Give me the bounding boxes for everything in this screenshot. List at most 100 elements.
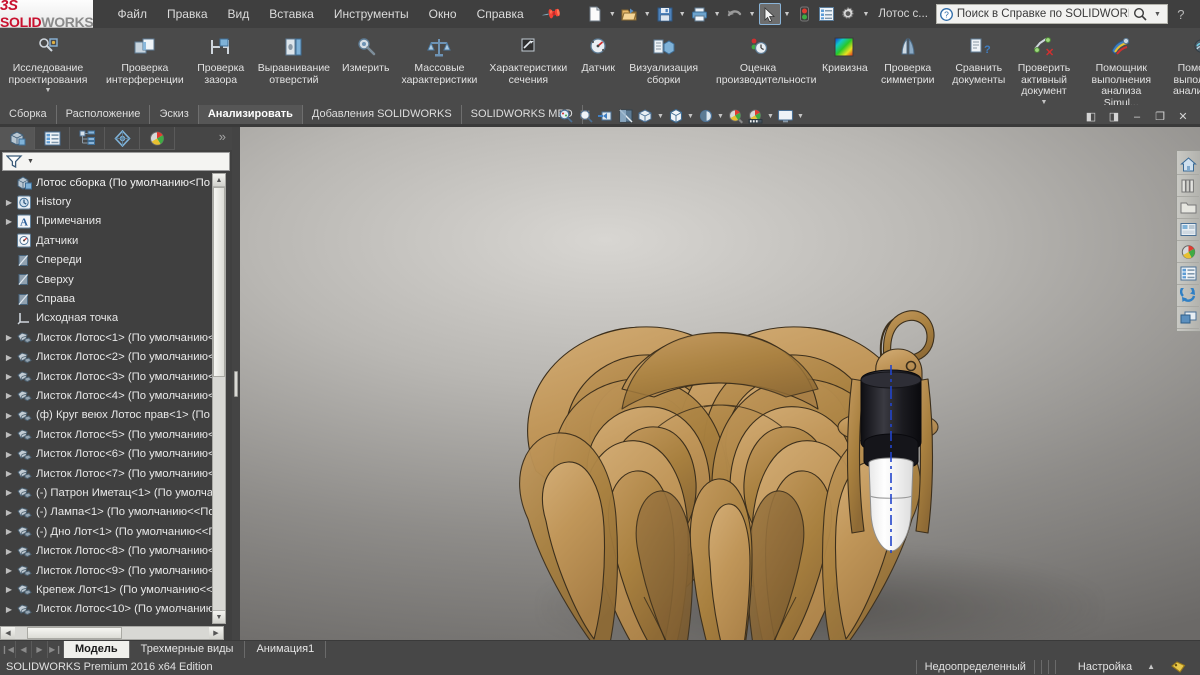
last-tab-button[interactable]: ▶❙ xyxy=(48,641,64,658)
help-dropdown[interactable]: ▾ xyxy=(1196,3,1200,25)
menu-file[interactable]: Файл xyxy=(107,2,157,26)
tree-item-plane-front[interactable]: Спереди xyxy=(0,251,224,270)
chevron-down-icon[interactable]: ▼ xyxy=(45,87,52,94)
tree-expander[interactable]: ▶ xyxy=(2,508,16,517)
tree-item-component[interactable]: ▶Листок Лотос<9> (По умолчанию< xyxy=(0,561,224,580)
first-tab-button[interactable]: ❙◀ xyxy=(0,641,16,658)
tree-item-component[interactable]: ▶Листок Лотос<5> (По умолчанию< xyxy=(0,425,224,444)
symmetry-check-button[interactable]: Проверка симметрии xyxy=(874,30,942,87)
tree-item-sensors[interactable]: Датчики xyxy=(0,231,224,250)
chevron-down-icon[interactable]: ▼ xyxy=(27,158,34,165)
chevron-down-icon[interactable]: ▼ xyxy=(686,113,695,120)
tab-configuration-manager[interactable] xyxy=(70,127,105,150)
options-button[interactable] xyxy=(837,3,859,25)
tree-item-component[interactable]: ▶Крепеж Лот<1> (По умолчанию<< xyxy=(0,580,224,599)
chevron-down-icon[interactable]: ▼ xyxy=(716,113,725,120)
task-pane-resources-button[interactable] xyxy=(1177,153,1199,175)
task-pane-custom-properties-button[interactable] xyxy=(1177,263,1199,285)
chevron-down-icon[interactable]: ▼ xyxy=(749,11,756,18)
tab-property-manager[interactable] xyxy=(35,127,70,150)
task-pane-renderings-button[interactable] xyxy=(1177,307,1199,329)
chevron-down-icon[interactable]: ▼ xyxy=(714,11,721,18)
view-orientation-button[interactable] xyxy=(636,107,655,125)
tree-expander[interactable]: ▶ xyxy=(2,353,16,362)
feature-tree-vertical-scrollbar[interactable]: ▲ ▼ xyxy=(212,173,226,624)
tree-item-origin[interactable]: Исходная точка xyxy=(0,309,224,328)
zoom-to-area-button[interactable] xyxy=(576,107,595,125)
check-active-document-button[interactable]: ✕ Проверить активный документ ▼ xyxy=(1012,30,1077,107)
new-document-button[interactable] xyxy=(584,3,606,25)
scroll-left-arrow-icon[interactable]: ◀ xyxy=(1,627,15,639)
tree-item-component[interactable]: ▶(-) Дно Лот<1> (По умолчанию<<П xyxy=(0,522,224,541)
tab-display-manager[interactable] xyxy=(140,127,175,150)
open-document-button[interactable] xyxy=(619,3,641,25)
tab-assembly[interactable]: Сборка xyxy=(0,105,57,124)
tab-layout[interactable]: Расположение xyxy=(57,105,151,124)
sensor-button[interactable]: Датчик xyxy=(573,30,623,76)
tree-expander[interactable]: ▶ xyxy=(2,450,16,459)
undo-button[interactable] xyxy=(724,3,746,25)
simulation-advisor-button[interactable]: Помощник выполнения анализа Simul... xyxy=(1080,30,1162,110)
zoom-to-fit-button[interactable] xyxy=(556,107,575,125)
tab-evaluate[interactable]: Анализировать xyxy=(199,105,303,124)
scroll-up-arrow-icon[interactable]: ▲ xyxy=(213,174,225,187)
task-pane-appearances-button[interactable] xyxy=(1177,241,1199,263)
tree-expander[interactable]: ▶ xyxy=(2,430,16,439)
tree-item-annotations[interactable]: ▶ A Примечания xyxy=(0,212,224,231)
tree-item-component[interactable]: ▶Листок Лотос<7> (По умолчанию< xyxy=(0,464,224,483)
tree-expander[interactable]: ▶ xyxy=(2,411,16,420)
help-search-box[interactable]: ? Поиск в Справке по SOLIDWORKS ▼ xyxy=(936,4,1168,24)
section-view-button[interactable] xyxy=(616,107,635,125)
compare-documents-button[interactable]: ? Сравнить документы xyxy=(946,30,1012,87)
next-tab-button[interactable]: ▶ xyxy=(32,641,48,658)
pushpin-icon[interactable]: 📌 xyxy=(541,3,563,25)
tree-item-component[interactable]: ▶Листок Лотос<3> (По умолчанию< xyxy=(0,367,224,386)
tree-item-history[interactable]: ▶ History xyxy=(0,192,224,211)
menu-window[interactable]: Окно xyxy=(419,2,467,26)
menu-insert[interactable]: Вставка xyxy=(259,2,324,26)
chevron-down-icon[interactable]: ▼ xyxy=(796,113,805,120)
measure-button[interactable]: Измерить xyxy=(336,30,395,76)
chevron-down-icon[interactable]: ▼ xyxy=(609,11,616,18)
tree-item-component[interactable]: ▶Листок Лотос<6> (По умолчанию< xyxy=(0,444,224,463)
tab-sketch[interactable]: Эскиз xyxy=(150,105,198,124)
pin-right-button[interactable]: ◨ xyxy=(1103,108,1125,125)
assembly-visualization-button[interactable]: Визуализация сборки xyxy=(623,30,704,87)
tree-expander[interactable]: ▶ xyxy=(2,333,16,342)
panel-splitter[interactable] xyxy=(232,127,240,640)
tree-item-component[interactable]: ▶Листок Лотос<10> (По умолчанию< xyxy=(0,600,224,619)
tree-item-component[interactable]: ▶Листок Лотос<2> (По умолчанию< xyxy=(0,348,224,367)
hide-show-items-button[interactable] xyxy=(696,107,715,125)
scrollbar-thumb[interactable] xyxy=(213,187,225,377)
chevron-down-icon[interactable]: ▼ xyxy=(644,11,651,18)
tree-item-component[interactable]: ▶(-) Патрон Иметац<1> (По умолчан xyxy=(0,483,224,502)
clearance-verification-button[interactable]: Проверка зазора xyxy=(190,30,252,87)
tree-item-plane-top[interactable]: Сверху xyxy=(0,270,224,289)
tree-expander[interactable]: ▶ xyxy=(2,217,16,226)
interference-detection-button[interactable]: Проверка интерференции xyxy=(100,30,190,87)
apply-scene-button[interactable] xyxy=(746,107,765,125)
tab-feature-manager-tree[interactable] xyxy=(0,127,35,150)
tree-item-plane-right[interactable]: Справа xyxy=(0,289,224,308)
tab-dimxpert-manager[interactable] xyxy=(105,127,140,150)
rebuild-button[interactable] xyxy=(793,3,815,25)
chevron-down-icon[interactable]: ▼ xyxy=(679,11,686,18)
chevron-down-icon[interactable]: ▼ xyxy=(656,113,665,120)
bottom-tab-3d-views[interactable]: Трехмерные виды xyxy=(130,641,246,658)
chevron-down-icon[interactable]: ▼ xyxy=(766,113,775,120)
select-button[interactable] xyxy=(759,3,781,25)
status-settings-label[interactable]: Настройка xyxy=(1055,660,1140,674)
scroll-right-arrow-icon[interactable]: ▶ xyxy=(209,627,223,639)
section-properties-button[interactable]: Характеристики сечения xyxy=(483,30,573,87)
tree-expander[interactable]: ▶ xyxy=(2,547,16,556)
previous-tab-button[interactable]: ◀ xyxy=(16,641,32,658)
hole-alignment-button[interactable]: Выравнивание отверстий xyxy=(252,30,336,87)
task-pane-photoview-button[interactable] xyxy=(1177,285,1199,307)
bottom-tab-animation1[interactable]: Анимация1 xyxy=(245,641,326,658)
tree-expander[interactable]: ▶ xyxy=(2,488,16,497)
tree-expander[interactable]: ▶ xyxy=(2,391,16,400)
previous-view-button[interactable] xyxy=(596,107,615,125)
feature-tree-filter[interactable]: ▼ xyxy=(2,152,230,171)
tree-expander[interactable]: ▶ xyxy=(2,527,16,536)
chevron-down-icon[interactable]: ▼ xyxy=(862,11,869,18)
